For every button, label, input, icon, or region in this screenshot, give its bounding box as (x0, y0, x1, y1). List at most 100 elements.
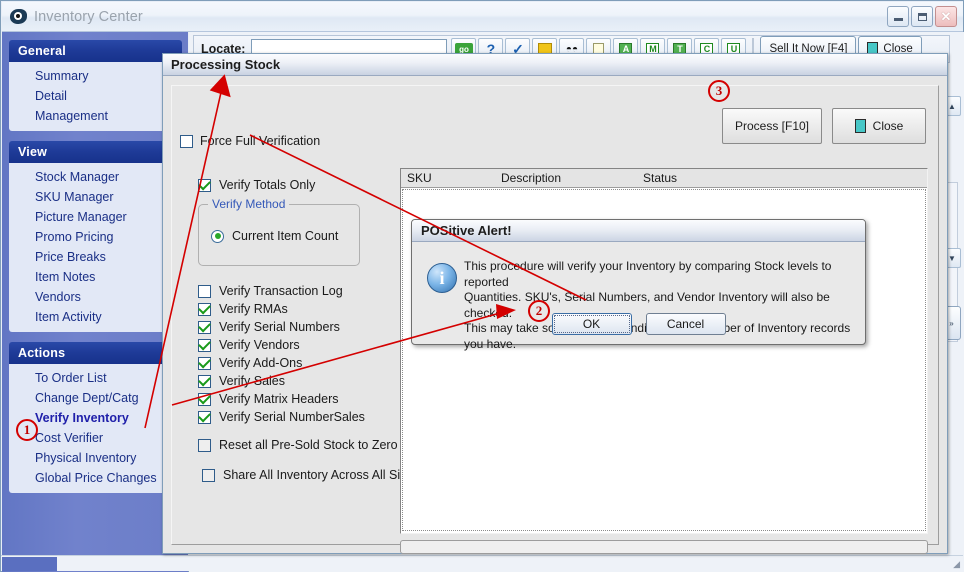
dialog-action-buttons: Process [F10] Close (722, 108, 926, 144)
sidebar-panel-view-title: View (9, 141, 182, 163)
force-full-verification-row[interactable]: Force Full Verification (180, 134, 320, 148)
verify-method-group: Verify Method Current Item Count (198, 197, 360, 266)
sidebar-item-promo-pricing[interactable]: Promo Pricing (9, 227, 182, 247)
verify-rmas-label: Verify RMAs (219, 302, 288, 316)
ok-button[interactable]: OK (551, 313, 632, 335)
alert-body: i This procedure will verify your Invent… (412, 243, 865, 351)
dialog-titlebar: Processing Stock (163, 54, 947, 76)
window-title: Inventory Center (34, 8, 143, 25)
list-column-headers: SKU Description Status (401, 169, 927, 188)
share-inventory-row[interactable]: Share All Inventory Across All Sites (202, 466, 417, 484)
verify-vendors-row[interactable]: Verify Vendors (198, 336, 408, 354)
current-item-count-radio[interactable] (211, 229, 224, 243)
share-inventory-checkbox[interactable] (202, 468, 215, 482)
force-full-verification-checkbox[interactable] (180, 134, 193, 148)
verify-serial-number-sales-row[interactable]: Verify Serial NumberSales (198, 408, 408, 426)
horizontal-scrollbar[interactable] (400, 540, 928, 554)
sidebar-item-sku-manager[interactable]: SKU Manager (9, 187, 182, 207)
column-header-sku[interactable]: SKU (407, 171, 432, 185)
info-icon-glyph: i (427, 263, 457, 293)
sidebar-item-price-breaks[interactable]: Price Breaks (9, 247, 182, 267)
sidebar-panel-general: General Summary Detail Management (9, 40, 182, 131)
alert-message: This procedure will verify your Inventor… (464, 259, 851, 351)
process-button-label: Process [F10] (734, 119, 810, 133)
verify-sales-row[interactable]: Verify Sales (198, 372, 408, 390)
alert-buttons: OK Cancel (412, 313, 865, 335)
verify-transaction-log-label: Verify Transaction Log (219, 284, 343, 298)
resize-grip-icon[interactable]: ◢ (953, 559, 960, 570)
verify-matrix-headers-checkbox[interactable] (198, 392, 211, 406)
door-exit-icon (854, 119, 866, 133)
verify-sales-checkbox[interactable] (198, 374, 211, 388)
annotation-marker-3: 3 (708, 80, 730, 102)
verify-add-ons-row[interactable]: Verify Add-Ons (198, 354, 408, 372)
cancel-button-label: Cancel (666, 317, 705, 331)
verify-vendors-label: Verify Vendors (219, 338, 300, 352)
sidebar-item-picture-manager[interactable]: Picture Manager (9, 207, 182, 227)
dialog-close-label: Close (872, 119, 904, 133)
verify-totals-only-label: Verify Totals Only (219, 178, 316, 192)
verify-rmas-row[interactable]: Verify RMAs (198, 300, 408, 318)
sidebar-panel-view-body: Stock Manager SKU Manager Picture Manage… (9, 163, 182, 332)
verify-checkbox-list: Verify Transaction Log Verify RMAs Verif… (198, 282, 417, 484)
process-button[interactable]: Process [F10] (722, 108, 822, 144)
app-swoosh-icon (10, 8, 28, 26)
sidebar-panel-actions-title: Actions (9, 342, 182, 364)
current-item-count-row[interactable]: Current Item Count (211, 227, 338, 245)
status-indicator (2, 557, 57, 571)
sidebar-item-detail[interactable]: Detail (9, 86, 182, 106)
window-controls: ✕ (887, 6, 957, 27)
reset-presold-checkbox[interactable] (198, 438, 211, 452)
window-titlebar: Inventory Center ✕ (2, 2, 963, 32)
share-inventory-label: Share All Inventory Across All Sites (223, 468, 417, 482)
verify-serial-number-sales-checkbox[interactable] (198, 410, 211, 424)
reset-presold-row[interactable]: Reset all Pre-Sold Stock to Zero (198, 436, 408, 454)
positive-alert-dialog: POSitive Alert! i This procedure will ve… (411, 219, 866, 351)
verify-options-column: Verify Totals Only Verify Method Current… (198, 176, 417, 484)
sidebar-item-item-activity[interactable]: Item Activity (9, 307, 182, 327)
sidebar-item-vendors[interactable]: Vendors (9, 287, 182, 307)
verify-matrix-headers-row[interactable]: Verify Matrix Headers (198, 390, 408, 408)
verify-totals-only-row[interactable]: Verify Totals Only (198, 176, 408, 194)
verify-transaction-log-checkbox[interactable] (198, 284, 211, 298)
verify-vendors-checkbox[interactable] (198, 338, 211, 352)
verify-add-ons-checkbox[interactable] (198, 356, 211, 370)
verify-sales-label: Verify Sales (219, 374, 286, 388)
verify-serial-number-sales-label: Verify Serial NumberSales (219, 410, 365, 424)
current-item-count-label: Current Item Count (232, 229, 339, 243)
sidebar-panel-general-body: Summary Detail Management (9, 62, 182, 131)
verify-serial-numbers-checkbox[interactable] (198, 320, 211, 334)
verify-method-legend: Verify Method (208, 197, 290, 211)
dialog-close-button[interactable]: Close (832, 108, 926, 144)
verify-totals-only-checkbox[interactable] (198, 178, 211, 192)
close-icon[interactable]: ✕ (935, 6, 957, 27)
maximize-button[interactable] (911, 6, 933, 27)
alert-titlebar: POSitive Alert! (412, 220, 865, 242)
column-header-description[interactable]: Description (501, 171, 561, 185)
sidebar-item-to-order-list[interactable]: To Order List (9, 368, 182, 388)
sidebar-item-global-price-changes[interactable]: Global Price Changes (9, 468, 182, 488)
status-bar: ◢ (1, 555, 963, 571)
verify-add-ons-label: Verify Add-Ons (219, 356, 303, 370)
annotation-marker-1: 1 (16, 419, 38, 441)
minimize-button[interactable] (887, 6, 909, 27)
sidebar-item-summary[interactable]: Summary (9, 66, 182, 86)
verify-serial-numbers-row[interactable]: Verify Serial Numbers (198, 318, 408, 336)
column-header-status[interactable]: Status (643, 171, 677, 185)
force-full-verification-label: Force Full Verification (200, 134, 321, 148)
sidebar-item-change-dept-catg[interactable]: Change Dept/Catg (9, 388, 182, 408)
sidebar-item-physical-inventory[interactable]: Physical Inventory (9, 448, 182, 468)
screenshot-root: Inventory Center ✕ General Summary Detai… (0, 0, 964, 572)
info-icon: i (427, 263, 459, 295)
ok-button-label: OK (582, 317, 601, 331)
sidebar-item-item-notes[interactable]: Item Notes (9, 267, 182, 287)
sidebar-item-management[interactable]: Management (9, 106, 182, 126)
sidebar-panel-general-title: General (9, 40, 182, 62)
verify-transaction-log-row[interactable]: Verify Transaction Log (198, 282, 408, 300)
reset-presold-label: Reset all Pre-Sold Stock to Zero (219, 438, 398, 452)
sidebar-item-stock-manager[interactable]: Stock Manager (9, 167, 182, 187)
verify-rmas-checkbox[interactable] (198, 302, 211, 316)
annotation-marker-2: 2 (528, 300, 550, 322)
cancel-button[interactable]: Cancel (645, 313, 726, 335)
